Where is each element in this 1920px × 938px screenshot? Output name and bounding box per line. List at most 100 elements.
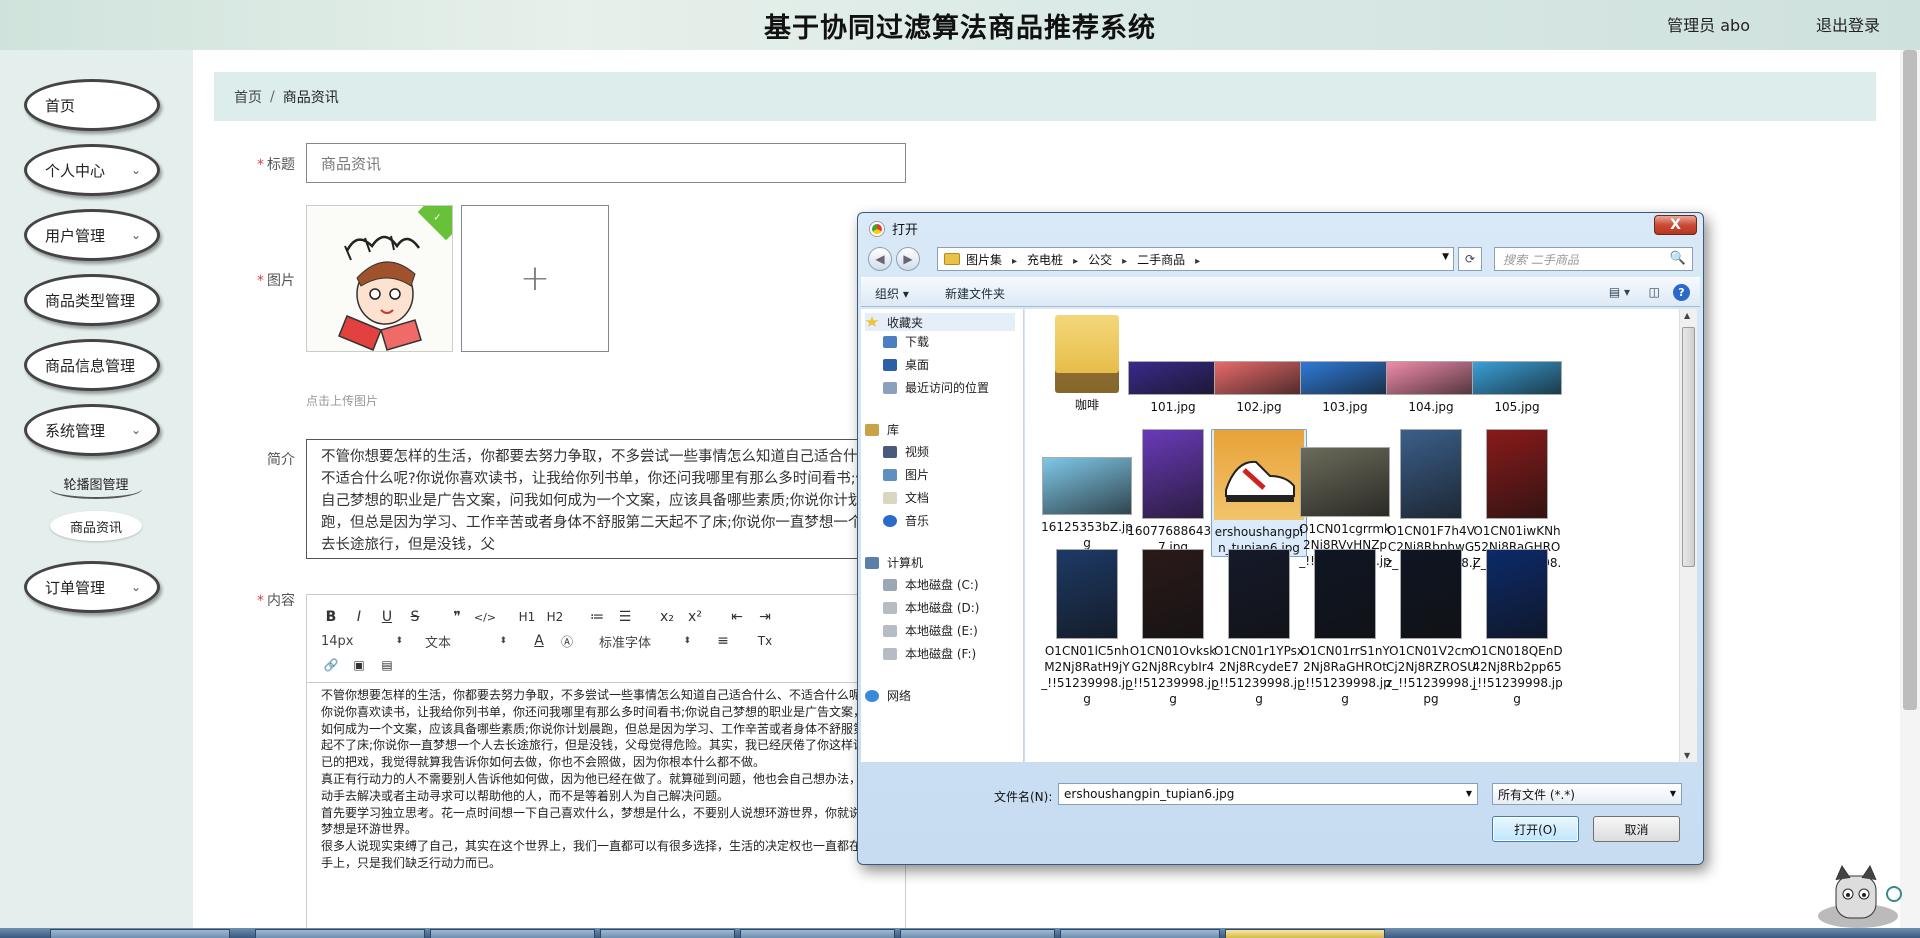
- file-item[interactable]: 101.jpg: [1125, 315, 1221, 415]
- background-color-button[interactable]: Ⓐ: [553, 629, 581, 653]
- h1-button[interactable]: H1: [513, 605, 541, 629]
- align-button[interactable]: ≡: [709, 629, 737, 653]
- file-item[interactable]: O1CN01OvkskG2Nj8RcybIr4_!!51239998.jpg: [1125, 549, 1221, 707]
- search-input[interactable]: 搜索 二手商品 🔍: [1494, 247, 1693, 271]
- path-crumb[interactable]: 公交: [1088, 251, 1127, 268]
- bullet-list-button[interactable]: ☰: [611, 605, 639, 629]
- sidebar-item-product-info[interactable]: 商品信息管理: [24, 339, 160, 391]
- code-block-button[interactable]: </>: [471, 605, 499, 629]
- sidebar-subitem-carousel[interactable]: 轮播图管理: [50, 469, 142, 499]
- subscript-button[interactable]: x₂: [653, 605, 681, 629]
- indent-button[interactable]: ⇥: [751, 605, 779, 629]
- nav-favorites[interactable]: 收藏夹: [865, 313, 1015, 331]
- uploaded-image-thumb[interactable]: ✓: [306, 205, 453, 352]
- file-item[interactable]: 104.jpg: [1383, 315, 1479, 415]
- search-icon[interactable]: 🔍: [1670, 251, 1686, 266]
- nav-drive-e[interactable]: 本地磁盘 (E:): [883, 622, 978, 639]
- filetype-select[interactable]: 所有文件 (*.*) ▼: [1492, 783, 1682, 805]
- file-item[interactable]: O1CN01V2cmCj2Nj8RZROSUz_!!51239998.jpg: [1383, 549, 1479, 707]
- font-family-select[interactable]: 标准字体 ⬍: [595, 629, 695, 653]
- image-icon[interactable]: ▣: [345, 653, 373, 677]
- sidebar-item-product-type[interactable]: 商品类型管理: [24, 274, 160, 326]
- nav-drive-d[interactable]: 本地磁盘 (D:): [883, 599, 979, 616]
- scroll-down-icon[interactable]: ▼: [1684, 751, 1690, 760]
- nav-recent[interactable]: 最近访问的位置: [883, 379, 989, 396]
- nav-drive-f[interactable]: 本地磁盘 (F:): [883, 645, 976, 662]
- clear-format-button[interactable]: Tx: [751, 629, 779, 653]
- dropdown-arrow-icon[interactable]: ▼: [1466, 789, 1472, 798]
- nav-music[interactable]: 音乐: [883, 512, 929, 529]
- taskbar-item[interactable]: [255, 929, 425, 938]
- h2-button[interactable]: H2: [541, 605, 569, 629]
- sidebar-item-home[interactable]: 首页: [24, 79, 160, 131]
- taskbar-item[interactable]: [600, 929, 735, 938]
- file-list-scrollbar-thumb[interactable]: [1682, 327, 1695, 567]
- open-button[interactable]: 打开(O): [1492, 816, 1579, 842]
- nav-documents[interactable]: 文档: [883, 489, 929, 506]
- logout-link[interactable]: 退出登录: [1816, 12, 1880, 36]
- nav-computer[interactable]: 计算机: [865, 554, 923, 571]
- cancel-button[interactable]: 取消: [1593, 816, 1680, 842]
- path-crumb[interactable]: 图片集: [966, 251, 1017, 268]
- scroll-up-icon[interactable]: ▲: [1684, 311, 1690, 320]
- video-icon[interactable]: ▤: [373, 653, 401, 677]
- superscript-button[interactable]: x²: [681, 605, 709, 629]
- dropdown-arrow-icon[interactable]: ▼: [1442, 252, 1449, 262]
- back-button[interactable]: ◀: [868, 247, 892, 271]
- file-item[interactable]: 16125353bZ.jpg: [1039, 429, 1135, 551]
- link-icon[interactable]: 🔗: [317, 653, 345, 677]
- taskbar-item[interactable]: [430, 929, 595, 938]
- text-style-select[interactable]: 文本 ⬍: [421, 629, 511, 653]
- blockquote-button[interactable]: ❞: [443, 605, 471, 629]
- sidebar-item-orders[interactable]: 订单管理 ⌄: [24, 561, 160, 613]
- nav-downloads[interactable]: 下载: [883, 333, 929, 350]
- font-color-button[interactable]: A: [525, 629, 553, 653]
- refresh-button[interactable]: ⟳: [1458, 247, 1482, 271]
- bold-button[interactable]: B: [317, 605, 345, 629]
- file-item[interactable]: 105.jpg: [1469, 315, 1565, 415]
- breadcrumb-home[interactable]: 首页: [234, 87, 262, 107]
- help-icon[interactable]: ?: [1673, 284, 1690, 301]
- sidebar-item-personal-center[interactable]: 个人中心 ⌄: [24, 144, 160, 196]
- nav-drive-c[interactable]: 本地磁盘 (C:): [883, 576, 979, 593]
- filename-input[interactable]: ershoushangpin_tupian6.jpg ▼: [1058, 783, 1478, 805]
- file-item[interactable]: ershoushangpin_tupian6.jpg: [1211, 429, 1307, 557]
- forward-button[interactable]: ▶: [896, 247, 920, 271]
- close-button[interactable]: X: [1654, 215, 1697, 235]
- view-toggle-icon[interactable]: ▤ ▾: [1609, 285, 1630, 299]
- file-item[interactable]: O1CN01rrS1nY2Nj8RaGHROt_!!51239998.jpg: [1297, 549, 1393, 707]
- file-item[interactable]: 1607768864307.jpg: [1125, 429, 1221, 555]
- path-crumb[interactable]: 二手商品: [1137, 251, 1200, 268]
- underline-button[interactable]: U: [373, 605, 401, 629]
- sidebar-item-user-management[interactable]: 用户管理 ⌄: [24, 209, 160, 261]
- upload-image-button[interactable]: +: [461, 205, 609, 352]
- strike-button[interactable]: S: [401, 605, 429, 629]
- intro-textarea[interactable]: 不管你想要怎样的生活，你都要去努力争取，不多尝试一些事情怎么知道自己适合什么、不…: [306, 439, 906, 559]
- file-item[interactable]: O1CN018QEnD42Nj8Rb2pp65_!!51239998.jpg: [1469, 549, 1565, 707]
- preview-pane-icon[interactable]: ◫: [1649, 285, 1660, 299]
- file-item[interactable]: 103.jpg: [1297, 315, 1393, 415]
- organize-button[interactable]: 组织 ▾: [875, 285, 909, 302]
- new-folder-button[interactable]: 新建文件夹: [945, 285, 1005, 302]
- sidebar-item-system[interactable]: 系统管理 ⌄: [24, 404, 160, 456]
- outdent-button[interactable]: ⇤: [723, 605, 751, 629]
- taskbar-item[interactable]: [50, 929, 230, 938]
- sidebar-subitem-product-news[interactable]: 商品资讯: [50, 511, 142, 541]
- folder-item[interactable]: 咖啡: [1039, 315, 1135, 413]
- nav-desktop[interactable]: 桌面: [883, 356, 929, 373]
- nav-pictures[interactable]: 图片: [883, 466, 929, 483]
- ordered-list-button[interactable]: ≔: [583, 605, 611, 629]
- page-scrollbar-thumb[interactable]: [1903, 50, 1917, 710]
- taskbar-item-active[interactable]: [1225, 929, 1385, 938]
- file-item[interactable]: O1CN01r1YPsx2Nj8RcydeE7_!!51239998.jpg: [1211, 549, 1307, 707]
- nav-library[interactable]: 库: [865, 421, 899, 438]
- taskbar-item[interactable]: [1060, 929, 1220, 938]
- path-crumb[interactable]: 充电桩: [1027, 251, 1078, 268]
- italic-button[interactable]: I: [345, 605, 373, 629]
- file-item[interactable]: O1CN01lC5nhM2Nj8RatH9jY_!!51239998.jpg: [1039, 549, 1135, 707]
- editor-content[interactable]: 不管你想要怎样的生活，你都要去努力争取，不多尝试一些事情怎么知道自己适合什么、不…: [307, 683, 905, 876]
- taskbar-item[interactable]: [900, 929, 1055, 938]
- file-list-scrollbar[interactable]: ▲ ▼: [1679, 309, 1697, 762]
- nav-network[interactable]: 网络: [865, 687, 911, 704]
- page-scrollbar[interactable]: [1900, 50, 1920, 938]
